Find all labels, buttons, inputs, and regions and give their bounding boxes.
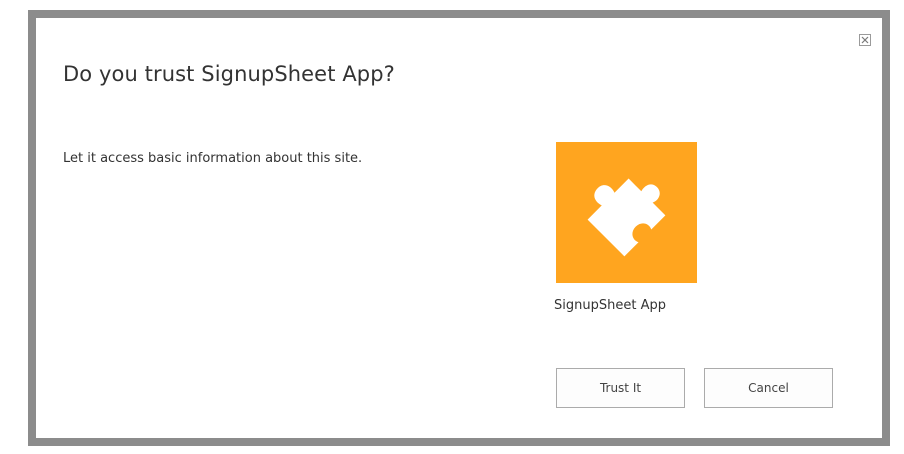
trust-dialog: Do you trust SignupSheet App? Let it acc…	[28, 10, 890, 446]
dialog-title: Do you trust SignupSheet App?	[63, 62, 395, 86]
cancel-button[interactable]: Cancel	[704, 368, 833, 408]
puzzle-piece-icon	[587, 178, 666, 257]
close-button[interactable]	[858, 32, 872, 46]
app-icon-tile	[556, 142, 697, 283]
trust-it-button[interactable]: Trust It	[556, 368, 685, 408]
dialog-description: Let it access basic information about th…	[63, 151, 363, 166]
app-name-label: SignupSheet App	[554, 298, 666, 313]
close-icon	[859, 34, 871, 46]
